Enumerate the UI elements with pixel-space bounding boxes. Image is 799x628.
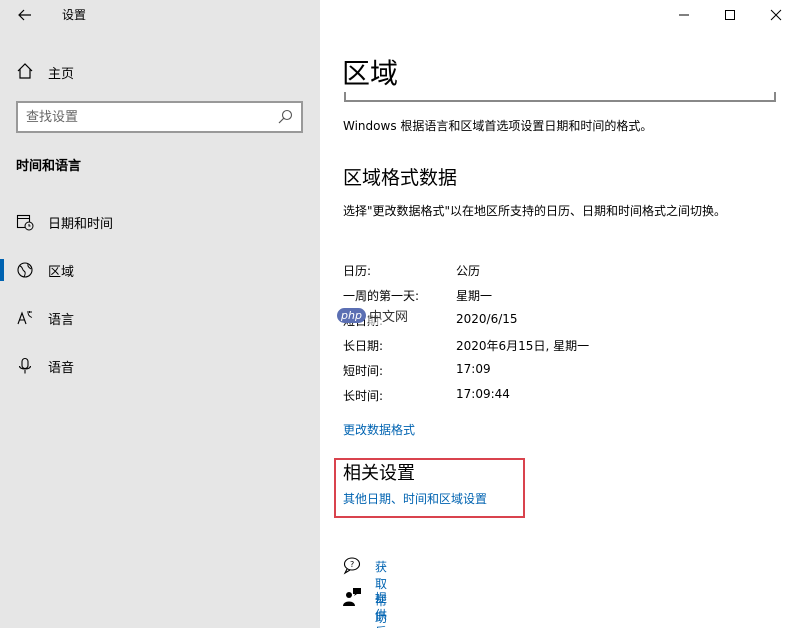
sidebar: 设置 主页 时间和语言 日期和时间 区域 (0, 0, 320, 628)
sidebar-item-language[interactable]: 语言 (0, 301, 320, 335)
watermark: php 中文网 (337, 303, 443, 327)
app-title: 设置 (62, 8, 87, 22)
help-chat-icon: ? (343, 557, 361, 575)
feedback-person-icon (343, 588, 361, 606)
search-icon[interactable] (277, 109, 293, 125)
sidebar-item-home[interactable]: 主页 (0, 56, 320, 86)
search-input[interactable] (26, 107, 266, 127)
change-data-format-link[interactable]: 更改数据格式 (343, 421, 415, 438)
microphone-icon (18, 357, 32, 374)
format-paragraph: 选择"更改数据格式"以在地区所支持的日历、日期和时间格式之间切换。 (343, 204, 727, 218)
format-value: 17:09 (456, 362, 491, 376)
calendar-clock-icon (16, 214, 34, 231)
section-title: 时间和语言 (16, 159, 82, 174)
page-title: 区域 (342, 57, 399, 90)
sidebar-item-label: 语音 (48, 361, 75, 376)
format-key: 长日期: (343, 339, 384, 353)
related-settings-heading: 相关设置 (343, 463, 415, 484)
scrolled-content-edge (344, 92, 776, 102)
sidebar-item-region[interactable]: 区域 (0, 253, 320, 287)
language-icon (17, 311, 33, 325)
format-heading: 区域格式数据 (343, 167, 458, 189)
maximize-button[interactable] (707, 0, 753, 30)
sidebar-item-label: 主页 (48, 67, 75, 82)
sidebar-item-date-time[interactable]: 日期和时间 (0, 205, 320, 239)
format-value: 星期一 (456, 289, 493, 303)
selection-indicator (0, 259, 4, 281)
minimize-button[interactable] (661, 0, 707, 30)
search-box[interactable] (16, 101, 303, 133)
globe-icon (17, 262, 33, 278)
format-key: 长时间: (343, 389, 384, 403)
watermark-text: 中文网 (368, 305, 408, 325)
sidebar-item-label: 日期和时间 (48, 217, 114, 232)
minimize-icon (679, 14, 689, 16)
format-key: 短时间: (343, 364, 384, 378)
sidebar-item-label: 语言 (48, 313, 75, 328)
feedback-link[interactable]: 提供反馈 (375, 589, 387, 628)
watermark-logo: php (337, 307, 366, 323)
format-key: 日历: (343, 264, 372, 278)
back-button[interactable] (14, 4, 36, 26)
format-value: 2020/6/15 (456, 312, 518, 326)
format-value: 2020年6月15日, 星期一 (456, 339, 590, 353)
other-date-time-region-settings-link[interactable]: 其他日期、时间和区域设置 (343, 490, 487, 507)
sidebar-item-speech[interactable]: 语音 (0, 349, 320, 383)
page-description: Windows 根据语言和区域首选项设置日期和时间的格式。 (343, 119, 653, 133)
close-button[interactable] (753, 0, 799, 30)
format-value: 17:09:44 (456, 387, 510, 401)
back-arrow-icon (18, 9, 31, 21)
home-icon (17, 63, 33, 79)
window-controls (661, 0, 799, 30)
sidebar-item-label: 区域 (48, 265, 75, 280)
svg-text:?: ? (350, 560, 354, 569)
close-icon (770, 9, 782, 21)
format-value: 公历 (456, 264, 481, 278)
maximize-icon (725, 10, 735, 20)
format-key: 一周的第一天: (343, 289, 420, 303)
